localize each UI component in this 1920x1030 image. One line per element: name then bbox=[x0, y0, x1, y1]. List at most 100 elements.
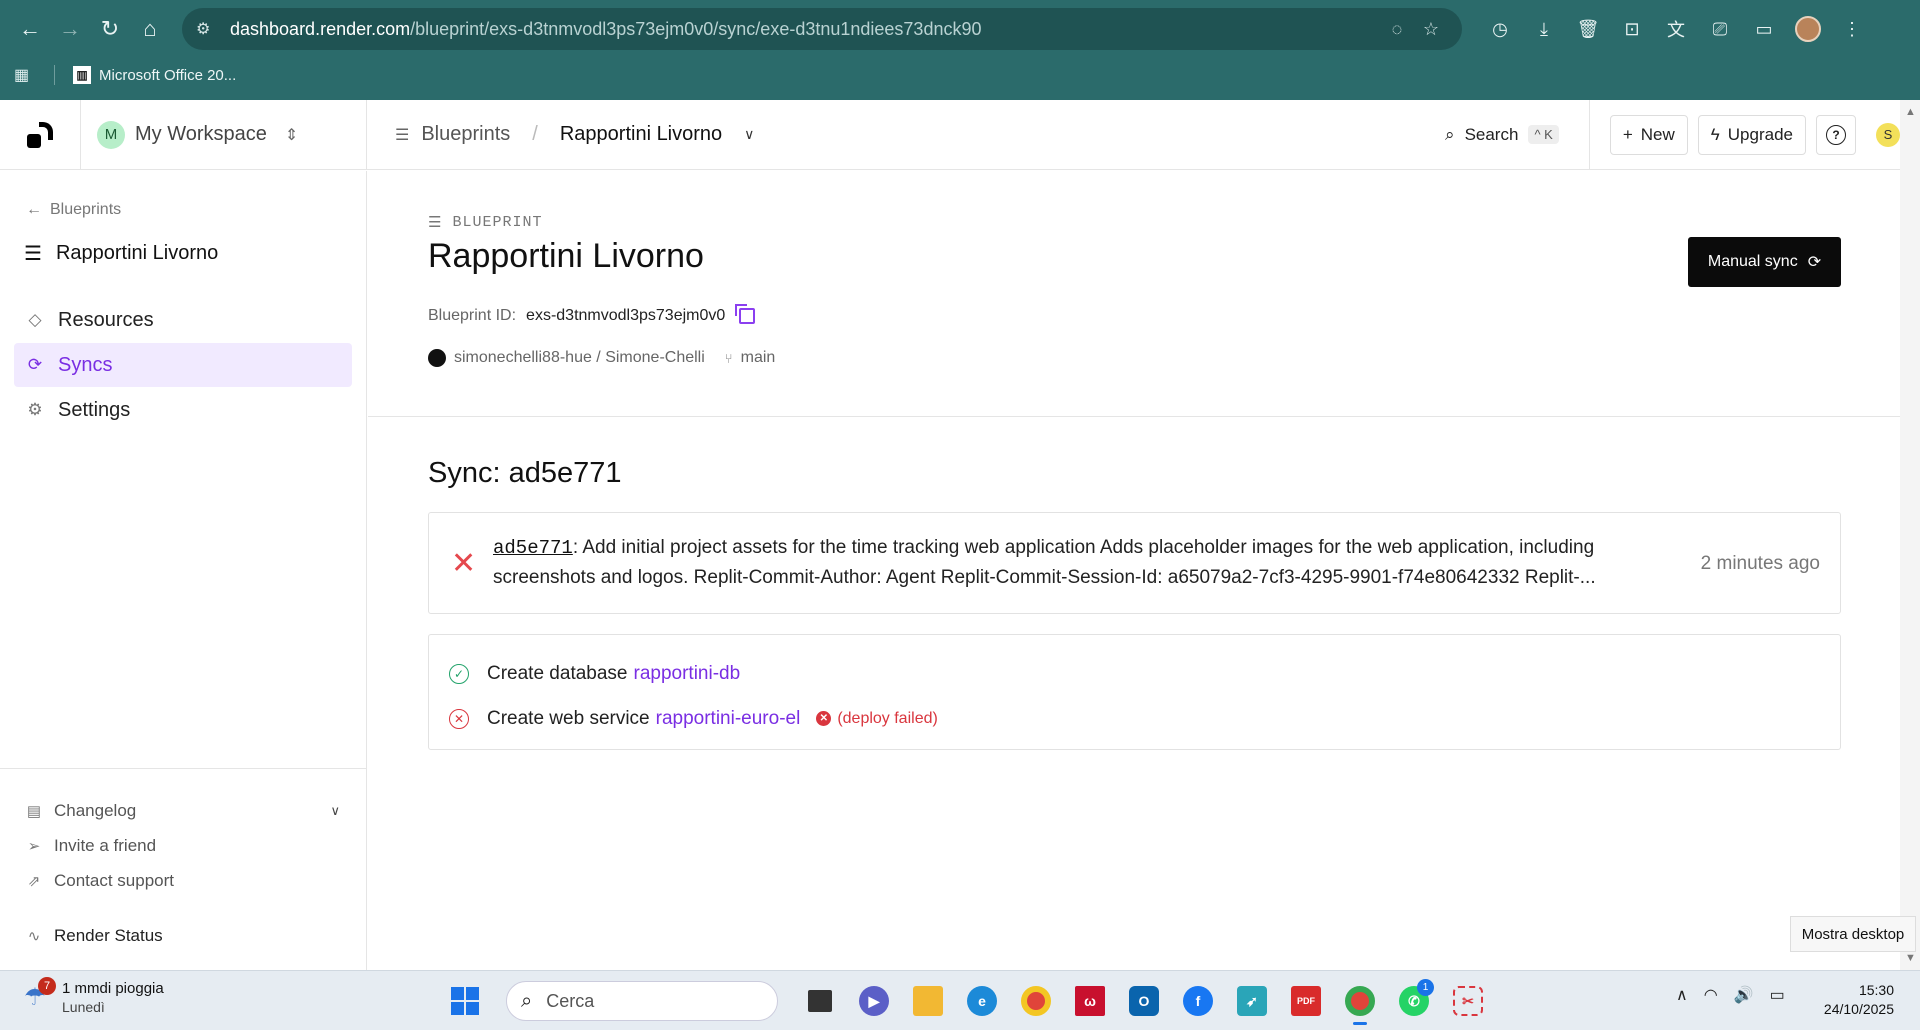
weather-line1: 1 mmdi pioggia bbox=[62, 980, 164, 997]
edge-icon[interactable]: e bbox=[960, 979, 1004, 1023]
url-text[interactable]: dashboard.render.com/blueprint/exs-d3tnm… bbox=[230, 19, 1380, 40]
outlook-icon[interactable]: O bbox=[1122, 979, 1166, 1023]
sync-icon: ⟳ bbox=[27, 355, 43, 374]
workspace-name: My Workspace bbox=[135, 123, 267, 145]
changelog-link[interactable]: ▤ Changelog ∨ bbox=[0, 793, 366, 828]
pdf-icon[interactable]: PDF bbox=[1284, 979, 1328, 1023]
clock-date: 24/10/2025 bbox=[1823, 1001, 1894, 1017]
sidebar-footer: ▤ Changelog ∨ ➢ Invite a friend ⇗ Contac… bbox=[0, 768, 366, 953]
weather-text: 1 mmdi pioggia Lunedì bbox=[62, 979, 164, 1017]
teams-icon[interactable]: ▶ bbox=[852, 979, 896, 1023]
taskbar: ☂ 7 1 mmdi pioggia Lunedì ⌕ Cerca ▶ e ω O… bbox=[0, 970, 1920, 1030]
support-label: Contact support bbox=[54, 870, 175, 890]
wifi-icon[interactable]: ◠ bbox=[1704, 985, 1718, 1005]
taskbar-search[interactable]: ⌕ Cerca bbox=[506, 981, 778, 1021]
apps-grid-icon[interactable]: ▦ bbox=[14, 65, 34, 85]
scroll-up-icon[interactable]: ▲ bbox=[1905, 106, 1916, 118]
battery-icon[interactable]: ▭ bbox=[1770, 985, 1785, 1005]
render-status-link[interactable]: ∿ Render Status bbox=[0, 918, 366, 953]
blueprint-id-row: Blueprint ID: exs-d3tnmvodl3ps73ejm0v0 bbox=[428, 304, 756, 325]
blueprint-icon: ☰ bbox=[395, 126, 410, 144]
page-scrollbar[interactable]: ▲ ▼ bbox=[1900, 100, 1920, 970]
sidebar-item-syncs[interactable]: ⟳ Syncs bbox=[14, 343, 352, 387]
facebook-icon[interactable]: f bbox=[1176, 979, 1220, 1023]
resource-link[interactable]: rapportini-db bbox=[634, 663, 741, 685]
sidebar-item-settings[interactable]: ⚙ Settings bbox=[14, 388, 352, 432]
chevron-down-icon[interactable]: ∨ bbox=[330, 803, 340, 819]
breadcrumb-blueprints[interactable]: Blueprints bbox=[421, 123, 510, 146]
breadcrumb-current[interactable]: Rapportini Livorno bbox=[560, 123, 722, 146]
chevron-down-icon[interactable]: ∨ bbox=[744, 126, 754, 143]
changelog-label: Changelog bbox=[54, 800, 137, 820]
chrome-profile-icon[interactable] bbox=[1338, 979, 1382, 1025]
eye-off-icon[interactable]: ◌ bbox=[1380, 19, 1414, 40]
resource-link[interactable]: rapportini-euro-el bbox=[656, 708, 801, 730]
repo-link[interactable]: simonechelli88-hue / Simone-Chelli bbox=[454, 349, 705, 367]
trash-icon[interactable]: 🗑 bbox=[1570, 11, 1606, 47]
sync-title: Sync: ad5e771 bbox=[428, 457, 622, 489]
branch-name: main bbox=[740, 349, 776, 366]
scroll-down-icon[interactable]: ▼ bbox=[1905, 952, 1916, 964]
profile-avatar[interactable] bbox=[1790, 11, 1826, 47]
sidepanel-icon[interactable]: ▭ bbox=[1746, 11, 1782, 47]
commit-hash-link[interactable]: ad5e771 bbox=[493, 537, 573, 559]
sidebar-title: ☰ Rapportini Livorno bbox=[24, 241, 218, 266]
search-shortcut: ^ K bbox=[1528, 125, 1559, 144]
bookmark-label: Microsoft Office 20... bbox=[99, 66, 237, 84]
download-icon[interactable]: ⤓ bbox=[1526, 11, 1562, 47]
copy-icon[interactable] bbox=[735, 304, 756, 324]
chevron-up-icon[interactable]: ∧ bbox=[1676, 985, 1688, 1005]
help-button[interactable]: ? bbox=[1816, 114, 1856, 155]
history-icon[interactable]: ◷ bbox=[1482, 11, 1518, 47]
task-view-icon[interactable] bbox=[798, 979, 842, 1023]
cast-icon[interactable]: ⎚ bbox=[1702, 11, 1738, 47]
search-button[interactable]: ⌕ Search ^ K bbox=[1445, 125, 1559, 145]
sidebar-nav: ◇ Resources ⟳ Syncs ⚙ Settings bbox=[14, 298, 352, 433]
main-content: ☰ BLUEPRINT Rapportini Livorno Blueprint… bbox=[368, 171, 1900, 970]
bookmark-office[interactable]: ▥ Microsoft Office 20... bbox=[73, 66, 236, 84]
star-icon[interactable]: ☆ bbox=[1414, 19, 1448, 40]
new-button[interactable]: + New bbox=[1609, 114, 1688, 155]
whatsapp-icon[interactable]: ✆ 1 bbox=[1392, 979, 1436, 1023]
clock[interactable]: 15:30 24/10/2025 bbox=[1818, 981, 1894, 1019]
user-avatar[interactable]: S bbox=[1876, 122, 1900, 147]
browser-toolbar: ← → ↻ ⌂ ⚙ dashboard.render.com/blueprint… bbox=[0, 0, 1920, 58]
screenshot-icon[interactable]: ⊡ bbox=[1614, 11, 1650, 47]
commit-message: ad5e771: Add initial project assets for … bbox=[493, 533, 1643, 592]
chrome-icon[interactable] bbox=[1014, 979, 1058, 1023]
sidebar-back-link[interactable]: ← Blueprints bbox=[26, 201, 121, 219]
render-logo[interactable] bbox=[0, 100, 80, 170]
file-explorer-icon[interactable] bbox=[906, 979, 950, 1023]
volume-icon[interactable]: 🔊 bbox=[1734, 985, 1754, 1005]
chevron-updown-icon: ⇕ bbox=[284, 126, 299, 144]
translate-icon[interactable]: 文 bbox=[1658, 11, 1694, 47]
windows-start-icon[interactable] bbox=[444, 980, 486, 1022]
workspace-switcher[interactable]: M My Workspace ⇕ bbox=[80, 99, 367, 170]
taskbar-apps: ⌕ Cerca ▶ e ω O f ➶ PDF ✆ 1 ✂ bbox=[444, 979, 1490, 1025]
url-host: dashboard.render.com bbox=[230, 18, 411, 39]
browser-menu-icon[interactable]: ⋮ bbox=[1834, 11, 1870, 47]
support-link[interactable]: ⇗ Contact support bbox=[0, 863, 366, 898]
snipping-tool-icon[interactable]: ✂ bbox=[1446, 979, 1490, 1023]
branch-icon: ⑂ bbox=[724, 350, 733, 366]
arrow-left-icon: ← bbox=[26, 201, 42, 218]
home-icon[interactable]: ⌂ bbox=[130, 9, 170, 49]
extensions-bar: ◷ ⤓ 🗑 ⊡ 文 ⎚ ▭ ⋮ bbox=[1482, 11, 1870, 47]
forward-icon[interactable]: → bbox=[50, 9, 90, 49]
invite-link[interactable]: ➢ Invite a friend bbox=[0, 828, 366, 863]
app-arrow-icon[interactable]: ➶ bbox=[1230, 979, 1274, 1023]
refresh-icon: ⟳ bbox=[1807, 254, 1822, 271]
manual-sync-button[interactable]: Manual sync ⟳ bbox=[1688, 237, 1841, 287]
address-bar[interactable]: ⚙ dashboard.render.com/blueprint/exs-d3t… bbox=[182, 8, 1462, 50]
reload-icon[interactable]: ↻ bbox=[90, 9, 130, 49]
weather-widget[interactable]: ☂ 7 1 mmdi pioggia Lunedì bbox=[24, 977, 164, 1017]
bolt-icon: ϟ bbox=[1710, 124, 1720, 144]
app-red-icon[interactable]: ω bbox=[1068, 979, 1112, 1023]
sidebar-item-resources[interactable]: ◇ Resources bbox=[14, 298, 352, 342]
action-text: Create web service bbox=[487, 707, 650, 729]
upgrade-button[interactable]: ϟ Upgrade bbox=[1697, 114, 1806, 155]
kicker-label: BLUEPRINT bbox=[452, 214, 543, 231]
site-info-icon[interactable]: ⚙ bbox=[196, 19, 216, 39]
back-icon[interactable]: ← bbox=[10, 9, 50, 49]
office-bookmark-icon: ▥ bbox=[73, 66, 91, 84]
